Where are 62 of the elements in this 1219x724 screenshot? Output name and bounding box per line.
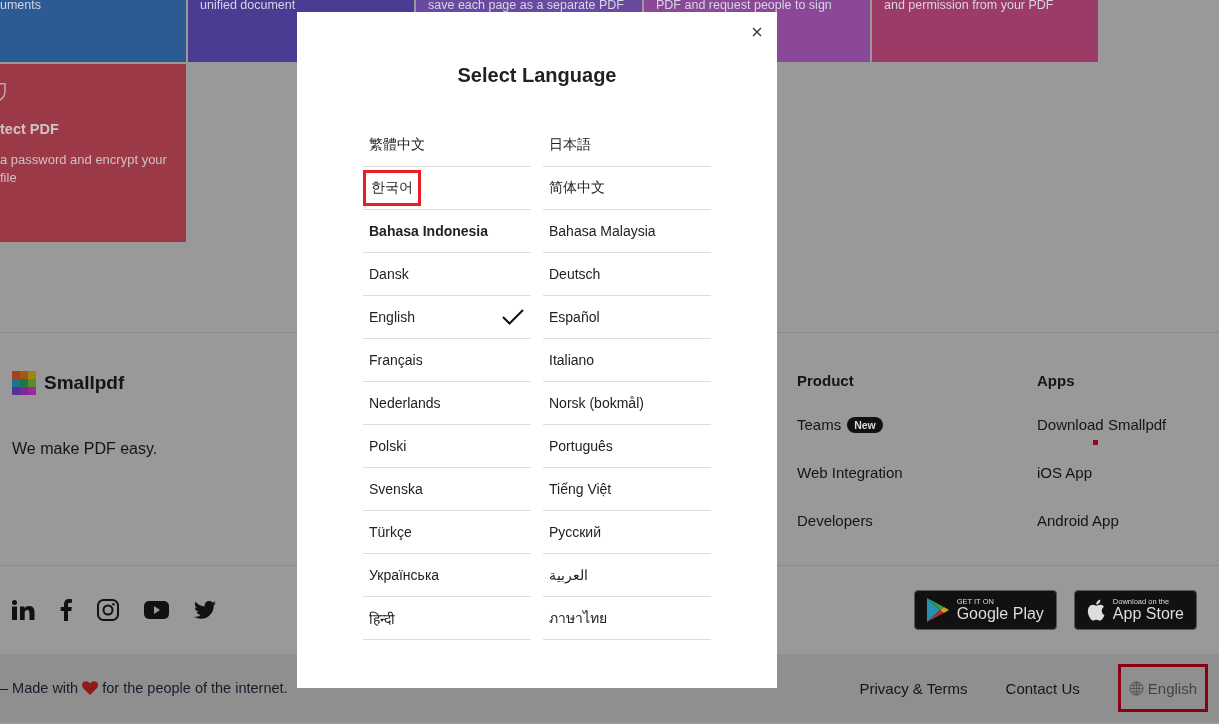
language-option[interactable]: Türkçe <box>363 511 531 554</box>
footer-link[interactable]: Developers <box>797 512 873 529</box>
heart-icon <box>82 681 99 695</box>
language-option[interactable]: Português <box>543 425 711 468</box>
footer-link[interactable]: Web Integration <box>797 464 903 481</box>
language-option[interactable]: Polski <box>363 425 531 468</box>
language-option[interactable]: Dansk <box>363 253 531 296</box>
new-badge: New <box>847 417 883 433</box>
column-heading: Apps <box>1037 372 1076 389</box>
language-option[interactable]: English <box>363 296 531 339</box>
tile-description: uments <box>0 0 42 11</box>
tagline: We make PDF easy. <box>12 440 158 458</box>
tool-tile[interactable]: and permission from your PDF <box>872 0 1098 62</box>
twitter-icon[interactable] <box>194 601 216 619</box>
language-option[interactable]: Svenska <box>363 468 531 511</box>
language-option[interactable]: Italiano <box>543 339 711 382</box>
language-option[interactable]: Bahasa Indonesia <box>363 210 531 253</box>
language-option[interactable]: Deutsch <box>543 253 711 296</box>
column-heading: Product <box>797 372 855 389</box>
language-option[interactable]: Nederlands <box>363 382 531 425</box>
tile-description: a password and encrypt your <box>0 151 168 169</box>
linkedin-icon[interactable] <box>12 600 35 620</box>
tile-title: tect PDF <box>0 121 60 137</box>
language-option[interactable]: Français <box>363 339 531 382</box>
language-option[interactable]: 简体中文 <box>543 167 711 210</box>
shield-icon <box>0 83 6 101</box>
language-option[interactable]: Español <box>543 296 711 339</box>
language-option[interactable]: हिन्दी <box>363 597 531 640</box>
language-option[interactable]: العربية <box>543 554 711 597</box>
language-option[interactable]: Русский <box>543 511 711 554</box>
close-icon <box>752 27 762 37</box>
language-option[interactable]: Norsk (bokmål) <box>543 382 711 425</box>
play-icon <box>926 598 949 622</box>
language-option[interactable]: Bahasa Malaysia <box>543 210 711 253</box>
facebook-icon[interactable] <box>60 599 72 621</box>
apple-icon <box>1086 599 1105 621</box>
footer-link[interactable]: iOS App <box>1037 464 1093 481</box>
dialog-title: Select Language <box>456 63 618 88</box>
language-option[interactable]: Tiếng Việt <box>543 468 711 511</box>
footer-link[interactable]: Download Smallpdf <box>1037 416 1167 433</box>
tile-description: file <box>0 169 18 187</box>
youtube-icon[interactable] <box>144 601 169 619</box>
language-option[interactable]: 繁體中文 <box>363 124 531 167</box>
tile-description: save each page as a separate PDF <box>428 0 625 11</box>
globe-icon <box>1128 680 1144 696</box>
tile-description: PDF and request people to sign <box>656 0 833 11</box>
footer-link[interactable]: Privacy & Terms <box>859 679 968 697</box>
tool-tile[interactable]: tect PDF a password and encrypt your file <box>0 64 186 242</box>
logo-icon <box>12 371 36 395</box>
tile-description: and permission from your PDF <box>884 0 1055 11</box>
language-option[interactable]: 日本語 <box>543 124 711 167</box>
language-option[interactable]: Українська <box>363 554 531 597</box>
footer-link[interactable]: Contact Us <box>1005 679 1080 697</box>
footer-link[interactable]: Teams <box>797 416 842 433</box>
tool-tile[interactable]: uments <box>0 0 186 62</box>
language-option[interactable]: ภาษาไทย <box>543 597 711 640</box>
instagram-icon[interactable] <box>97 599 119 621</box>
made-with-text: – Made with for the people of the internet. <box>0 680 288 696</box>
tile-description: unified document <box>200 0 297 11</box>
brand-name: Smallpdf <box>44 372 125 394</box>
footer-link[interactable]: Android App <box>1037 512 1119 529</box>
language-option[interactable]: 한국어 <box>363 167 531 210</box>
